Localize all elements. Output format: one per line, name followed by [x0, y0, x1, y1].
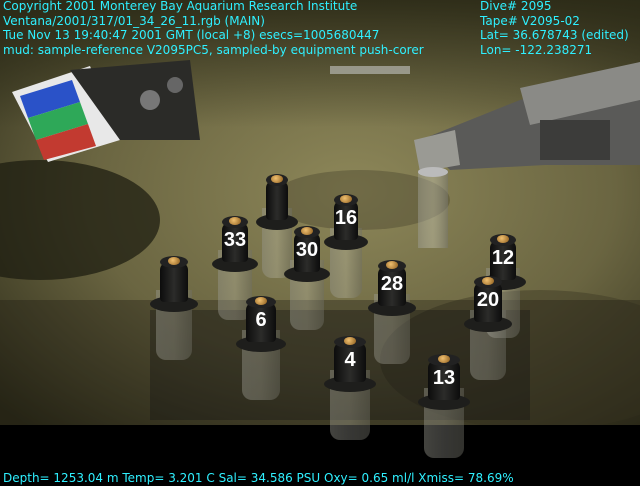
overlay-top-left: Copyright 2001 Monterey Bay Aquarium Res…	[3, 0, 424, 57]
core-label: 28	[380, 273, 404, 295]
overlay-file: Ventana/2001/317/01_34_26_11.rgb (MAIN)	[3, 13, 265, 28]
cap-knob	[344, 337, 356, 345]
cap-knob	[340, 195, 352, 203]
core-label: 20	[476, 289, 500, 311]
overlay-lat: Lat= 36.678743 (edited)	[480, 28, 629, 43]
overlay-dive: Dive# 2095	[480, 0, 552, 13]
overlay-sample: mud: sample-reference V2095PC5, sampled-…	[3, 42, 424, 57]
cap-knob	[301, 227, 313, 235]
cap-knob	[438, 355, 450, 363]
core-label: 33	[223, 229, 247, 251]
core-label: 6	[255, 309, 267, 331]
overlay-lon: Lon= -122.238271	[480, 42, 593, 57]
cap-knob	[168, 257, 180, 265]
cap-knob	[497, 235, 509, 243]
core-label: 13	[432, 367, 456, 389]
seafloor-scene	[0, 0, 640, 425]
push-core-tube	[418, 170, 448, 248]
overlay-sensors: Depth= 1253.04 m Temp= 3.201 C Sal= 34.5…	[3, 471, 514, 485]
overlay-time: Tue Nov 13 19:40:47 2001 GMT (local +8) …	[3, 28, 380, 43]
cap-knob	[255, 297, 267, 305]
core-label: 16	[334, 207, 358, 229]
video-frame: 33 30 16 28 6 4 13 12 20 Copyright 2001 Monterey…	[0, 0, 640, 486]
cap-knob	[386, 261, 398, 269]
overlay-top-right: Dive# 2095 Tape# V2095-02 Lat= 36.678743…	[480, 0, 629, 57]
rack-bar	[330, 66, 410, 74]
cap-knob	[482, 277, 494, 285]
cap-knob	[229, 217, 241, 225]
overlay-tape: Tape# V2095-02	[480, 13, 580, 28]
cap-knob	[271, 175, 283, 183]
overlay-copyright: Copyright 2001 Monterey Bay Aquarium Res…	[3, 0, 358, 13]
overlay-bottom: Depth= 1253.04 m Temp= 3.201 C Sal= 34.5…	[3, 471, 514, 486]
core-label: 4	[344, 349, 356, 371]
core-label: 12	[491, 247, 515, 269]
core-label: 30	[295, 239, 319, 261]
